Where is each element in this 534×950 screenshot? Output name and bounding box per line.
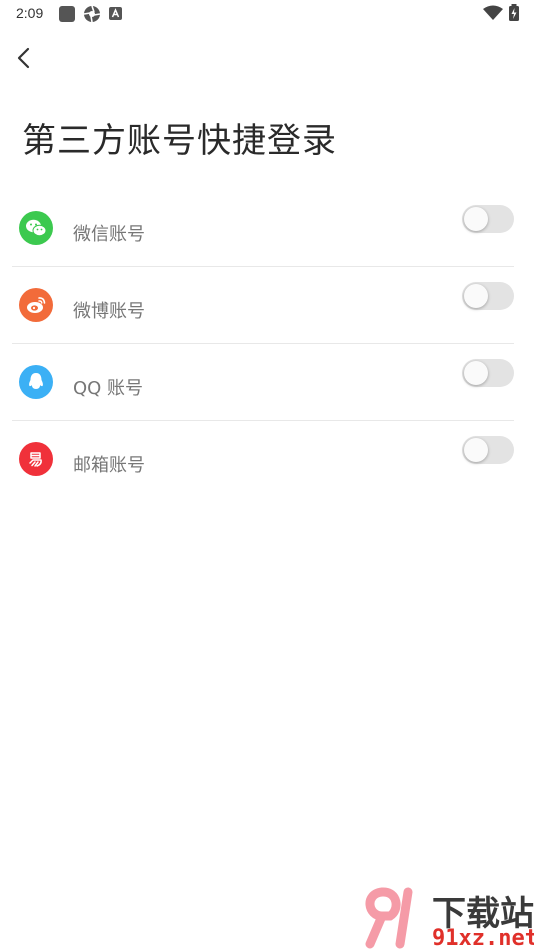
status-bar: 2:09 <box>0 0 534 28</box>
account-label: 微博账号 <box>73 301 145 322</box>
list-item-mail: 邮箱账号 <box>12 421 514 498</box>
toggle-knob <box>464 207 488 231</box>
aperture-icon <box>83 5 101 29</box>
status-time: 2:09 <box>16 5 44 21</box>
notification-square-icon <box>58 6 76 27</box>
back-button[interactable] <box>10 42 38 74</box>
watermark-text-bottom: 91xz.net <box>432 926 534 950</box>
qq-icon <box>19 365 53 399</box>
a-badge-icon <box>109 6 123 27</box>
wechat-icon <box>19 211 53 245</box>
weibo-toggle[interactable] <box>462 282 514 310</box>
back-arrow-icon <box>17 47 30 69</box>
list-item-wechat: 微信账号 <box>12 190 514 267</box>
wifi-icon <box>483 5 503 26</box>
watermark-logo-icon <box>365 887 413 949</box>
mail-icon <box>19 442 53 476</box>
site-watermark: 下载站 91xz.net <box>360 886 534 950</box>
account-list: 微信账号 微博账号 QQ 账号 邮箱账号 <box>12 190 514 498</box>
qq-toggle[interactable] <box>462 359 514 387</box>
account-label: QQ 账号 <box>73 378 144 399</box>
account-label: 邮箱账号 <box>73 455 145 476</box>
weibo-icon <box>19 288 53 322</box>
page-title: 第三方账号快捷登录 <box>22 121 337 161</box>
wechat-toggle[interactable] <box>462 205 514 233</box>
toggle-knob <box>464 284 488 308</box>
account-label: 微信账号 <box>73 224 145 245</box>
toggle-knob <box>464 361 488 385</box>
battery-icon <box>508 4 520 27</box>
list-item-qq: QQ 账号 <box>12 344 514 421</box>
toggle-knob <box>464 438 488 462</box>
list-item-weibo: 微博账号 <box>12 267 514 344</box>
mail-toggle[interactable] <box>462 436 514 464</box>
